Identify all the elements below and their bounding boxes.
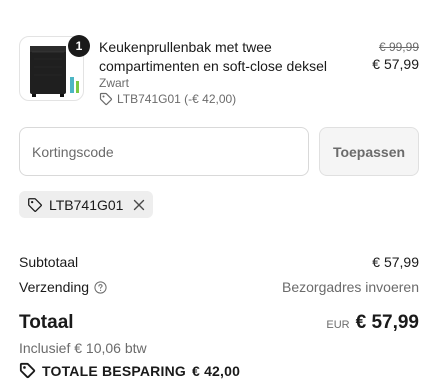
total-row: Totaal EUR € 57,99 <box>19 312 419 334</box>
shipping-value: Bezorgadres invoeren <box>282 279 419 295</box>
currency-code: EUR <box>326 319 350 331</box>
shipping-label: Verzending <box>19 279 90 295</box>
remove-discount-button[interactable] <box>133 199 145 211</box>
apply-discount-button[interactable]: Toepassen <box>319 127 419 176</box>
shipping-label-group: Verzending <box>19 279 107 295</box>
total-savings: TOTALE BESPARING € 42,00 <box>19 362 240 379</box>
applied-discount-chip: LTB741G01 <box>19 191 154 218</box>
subtotal-value: € 57,99 <box>372 254 419 270</box>
subtotal-label: Subtotaal <box>19 254 79 270</box>
help-icon[interactable] <box>94 280 107 294</box>
product-thumbnail: 1 <box>19 35 90 101</box>
total-amount-group: EUR € 57,99 <box>326 312 419 334</box>
tag-icon <box>28 197 42 212</box>
original-price: € 99,99 <box>378 40 419 54</box>
final-price: € 57,99 <box>372 56 419 72</box>
subtotal-row: Subtotaal € 57,99 <box>19 254 419 270</box>
discount-code-input[interactable] <box>19 127 309 176</box>
tag-icon <box>99 92 113 106</box>
tax-info: Inclusief € 10,06 btw <box>19 340 147 356</box>
product-discount: LTB741G01 (-€ 42,00) <box>99 92 236 106</box>
total-amount: € 57,99 <box>355 312 419 333</box>
product-variant: Zwart <box>99 76 129 90</box>
savings-value: € 42,00 <box>192 362 241 379</box>
quantity-badge: 1 <box>68 35 90 57</box>
product-discount-label: LTB741G01 (-€ 42,00) <box>117 92 237 106</box>
total-label: Totaal <box>19 312 74 333</box>
applied-discount-code: LTB741G01 <box>49 196 124 213</box>
cart-line-item: 1 Keukenprullenbak met twee compartiment… <box>19 35 421 106</box>
close-icon <box>134 199 145 210</box>
product-title: Keukenprullenbak met twee compartimenten… <box>99 39 327 74</box>
tag-icon <box>19 362 36 379</box>
shipping-row: Verzending Bezorgadres invoeren <box>19 279 419 295</box>
savings-label: TOTALE BESPARING <box>42 362 186 379</box>
